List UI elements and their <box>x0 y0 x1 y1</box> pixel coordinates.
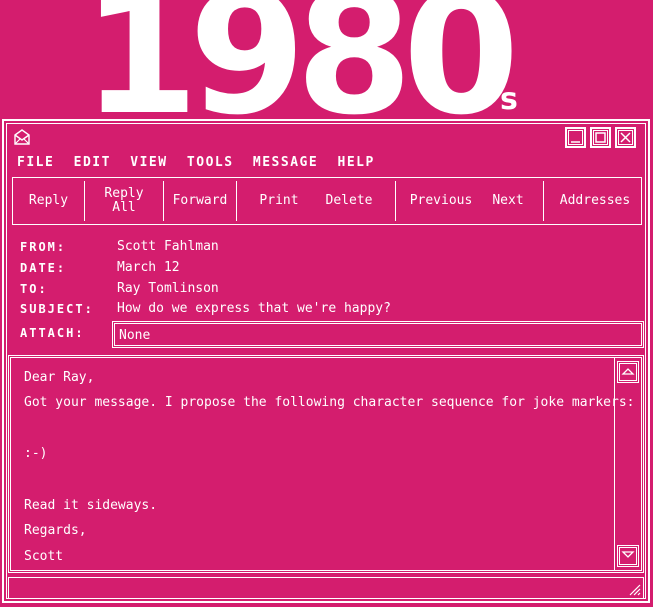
toolbar-divider <box>236 181 237 221</box>
maximize-icon <box>595 132 606 143</box>
body-greeting: Dear Ray, <box>24 370 95 385</box>
print-label: Print <box>259 193 299 208</box>
reply-button[interactable]: Reply <box>13 178 84 224</box>
attach-value: None <box>119 328 151 343</box>
subject-value: How do we express that we're happy? <box>117 301 391 316</box>
envelope-icon <box>14 129 30 145</box>
menu-help[interactable]: HELP <box>338 155 375 170</box>
forward-label: Forward <box>172 193 228 208</box>
status-bar <box>8 577 644 599</box>
next-button[interactable]: Next <box>483 178 533 224</box>
next-label: Next <box>492 193 524 208</box>
banner-year: 1980 <box>82 0 520 152</box>
attach-label: ATTACH: <box>20 326 85 340</box>
menu-message[interactable]: MESSAGE <box>253 155 318 170</box>
delete-button[interactable]: Delete <box>315 178 383 224</box>
reply-all-label-line1: Reply <box>104 186 144 201</box>
minimize-button[interactable] <box>565 127 586 148</box>
to-label: TO: <box>20 282 48 296</box>
body-line: Read it sideways. <box>24 498 158 513</box>
menu-tools[interactable]: TOOLS <box>187 155 234 170</box>
reply-all-button[interactable]: Reply All <box>85 178 163 224</box>
chevron-up-icon <box>621 368 635 375</box>
body-emoticon: :-) <box>24 446 48 461</box>
message-body[interactable]: Dear Ray, Got your message. I propose th… <box>8 355 644 573</box>
addresses-label: Addresses <box>559 193 631 208</box>
banner-suffix: s <box>500 82 518 117</box>
close-button[interactable] <box>615 127 636 148</box>
from-label: FROM: <box>20 240 67 254</box>
previous-button[interactable]: Previous <box>403 178 479 224</box>
reply-all-label-line2: All <box>112 200 136 215</box>
date-label: DATE: <box>20 261 67 275</box>
toolbar: Reply Reply All Forward Print Delete Pre… <box>12 177 642 225</box>
minimize-icon <box>571 141 580 143</box>
scroll-up-button[interactable] <box>617 361 639 383</box>
email-window: FILE EDIT VIEW TOOLS MESSAGE HELP Reply … <box>2 119 650 603</box>
toolbar-divider <box>543 181 544 221</box>
menu-bar: FILE EDIT VIEW TOOLS MESSAGE HELP <box>17 155 385 170</box>
delete-label: Delete <box>325 193 373 208</box>
date-value: March 12 <box>117 260 180 275</box>
body-signature: Scott <box>24 549 64 564</box>
close-icon <box>620 132 631 143</box>
title-bar <box>7 124 645 151</box>
subject-label: SUBJECT: <box>20 302 94 316</box>
to-value: Ray Tomlinson <box>117 281 219 296</box>
body-line: Got your message. I propose the followin… <box>24 395 635 410</box>
resize-grip-icon[interactable] <box>627 582 641 596</box>
maximize-button[interactable] <box>590 127 611 148</box>
toolbar-divider <box>395 181 396 221</box>
forward-button[interactable]: Forward <box>164 178 236 224</box>
from-value: Scott Fahlman <box>117 239 219 254</box>
menu-file[interactable]: FILE <box>17 155 54 170</box>
print-button[interactable]: Print <box>247 178 311 224</box>
attach-field[interactable]: None <box>112 321 644 348</box>
body-closing: Regards, <box>24 523 87 538</box>
menu-edit[interactable]: EDIT <box>74 155 111 170</box>
menu-view[interactable]: VIEW <box>130 155 167 170</box>
vertical-scrollbar[interactable] <box>614 358 641 570</box>
addresses-button[interactable]: Addresses <box>551 178 639 224</box>
chevron-down-icon <box>621 551 635 558</box>
reply-label: Reply <box>28 193 69 208</box>
email-window-frame: FILE EDIT VIEW TOOLS MESSAGE HELP Reply … <box>6 123 646 599</box>
scroll-down-button[interactable] <box>617 545 639 567</box>
previous-label: Previous <box>409 193 473 208</box>
